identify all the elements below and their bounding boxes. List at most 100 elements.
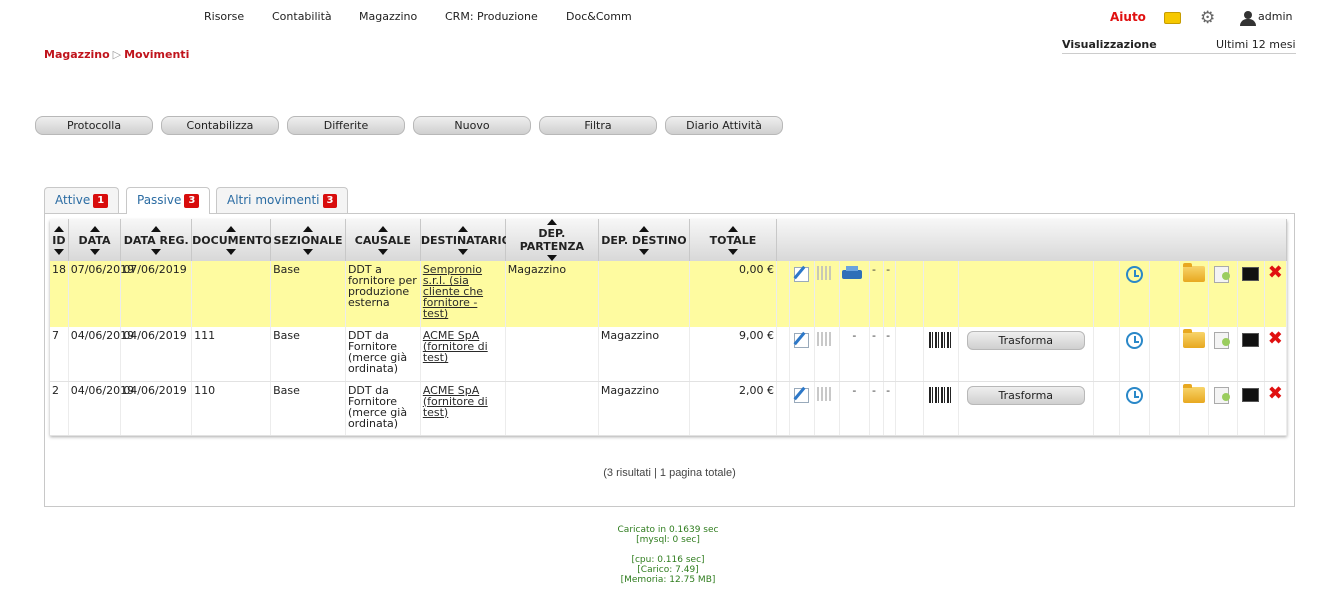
sort-asc-icon[interactable]: [377, 225, 388, 232]
diario-attivita-button[interactable]: Diario Attività: [665, 116, 783, 135]
sort-desc-icon[interactable]: [546, 255, 557, 261]
cell-causale: DDT a fornitore per produzione esterna: [345, 261, 421, 327]
cell-dash: -: [869, 261, 885, 327]
sort-asc-icon[interactable]: [53, 225, 64, 232]
terminal-icon[interactable]: [1242, 267, 1260, 281]
filtra-button[interactable]: Filtra: [539, 116, 657, 135]
column-header-dep-destino[interactable]: DEP. DESTINO: [598, 219, 690, 261]
barcode-disabled-icon: [817, 332, 834, 346]
column-header-id[interactable]: ID: [50, 219, 69, 261]
breadcrumb: Magazzino ▷ Movimenti: [44, 48, 189, 61]
sort-desc-icon[interactable]: [151, 248, 162, 255]
column-header-dep-partenza[interactable]: DEP. PARTENZA: [505, 219, 599, 261]
column-header-data-reg[interactable]: DATA REG.: [120, 219, 193, 261]
folder-icon[interactable]: [1182, 263, 1205, 282]
nuovo-button[interactable]: Nuovo: [413, 116, 531, 135]
view-period-select[interactable]: Ultimi 12 mesi: [1216, 38, 1296, 51]
tab-altri-movimenti[interactable]: Altri movimenti 3: [216, 187, 349, 213]
terminal-icon[interactable]: [1242, 387, 1260, 402]
contabilizza-button[interactable]: Contabilizza: [161, 116, 279, 135]
clock-icon[interactable]: [1126, 332, 1144, 349]
sort-desc-icon[interactable]: [377, 248, 388, 255]
menu-risorse[interactable]: Risorse: [204, 10, 244, 23]
menu-doc-comm[interactable]: Doc&Comm: [566, 10, 632, 23]
clock-icon[interactable]: [1126, 266, 1144, 283]
destinatario-link[interactable]: ACME SpA (fornitore di test): [423, 384, 488, 419]
user-icon[interactable]: [1240, 11, 1256, 26]
barcode-disabled-icon: [817, 386, 834, 401]
breadcrumb-page[interactable]: Movimenti: [124, 48, 189, 61]
cell-data: 04/06/2019: [68, 327, 134, 382]
tab-attive[interactable]: Attive 1: [44, 187, 120, 213]
sort-asc-icon[interactable]: [89, 225, 100, 232]
table-row[interactable]: 18 07/06/2019 07/06/2019 Base DDT a forn…: [50, 261, 1288, 327]
column-header-data[interactable]: DATA: [68, 219, 122, 261]
sort-asc-icon[interactable]: [727, 225, 738, 232]
column-header-destinatario[interactable]: DESTINATARIO: [420, 219, 511, 261]
sort-desc-icon[interactable]: [638, 248, 649, 255]
sort-asc-icon[interactable]: [151, 225, 162, 232]
footer-stats: Caricato in 0.1639 sec [mysql: 0 sec] [c…: [0, 525, 1336, 585]
sort-desc-icon[interactable]: [727, 248, 738, 255]
sort-desc-icon[interactable]: [303, 248, 313, 255]
sort-asc-icon[interactable]: [303, 225, 313, 232]
sort-desc-icon[interactable]: [457, 248, 468, 255]
count-badge: 3: [184, 194, 200, 208]
sort-desc-icon[interactable]: [89, 248, 100, 255]
edit-icon[interactable]: [792, 386, 810, 403]
column-header-totale[interactable]: TOTALE: [689, 219, 777, 261]
differite-button[interactable]: Differite: [287, 116, 405, 135]
messages-icon[interactable]: [1164, 12, 1181, 24]
delete-icon[interactable]: ✖: [1268, 264, 1283, 282]
tab-label: Altri movimenti: [227, 193, 320, 207]
cell-totale: 2,00 €: [689, 381, 777, 436]
cell-data: 07/06/2019: [68, 261, 134, 327]
tab-label: Attive: [55, 193, 91, 207]
sort-asc-icon[interactable]: [638, 225, 649, 232]
edit-icon[interactable]: [792, 265, 810, 282]
destinatario-link[interactable]: Sempronio s.r.l. (sia cliente che fornit…: [423, 263, 483, 320]
cell-totale: 0,00 €: [689, 261, 777, 327]
gear-icon[interactable]: ⚙: [1200, 8, 1215, 28]
barcode-icon[interactable]: [928, 332, 953, 348]
delete-icon[interactable]: ✖: [1268, 330, 1283, 348]
tab-label: Passive: [137, 193, 182, 207]
protocolla-button[interactable]: Protocolla: [35, 116, 153, 135]
document-icon[interactable]: [1214, 386, 1232, 404]
help-link[interactable]: Aiuto: [1110, 10, 1146, 24]
document-icon[interactable]: [1214, 266, 1232, 283]
sort-desc-icon[interactable]: [226, 248, 237, 255]
edit-icon[interactable]: [792, 331, 810, 348]
destinatario-link[interactable]: ACME SpA (fornitore di test): [423, 329, 488, 364]
trasforma-button[interactable]: Trasforma: [966, 331, 1085, 350]
menu-contabilita[interactable]: Contabilità: [272, 10, 332, 23]
cell-dash: -: [839, 327, 871, 382]
folder-icon[interactable]: [1182, 383, 1205, 403]
terminal-icon[interactable]: [1242, 333, 1260, 347]
delete-icon[interactable]: ✖: [1268, 384, 1283, 402]
cell-dep-partenza: [505, 381, 599, 436]
table-row[interactable]: 2 04/06/2019 04/06/2019 110 Base DDT da …: [50, 381, 1288, 436]
clock-icon[interactable]: [1126, 386, 1144, 404]
trasforma-button[interactable]: Trasforma: [966, 385, 1085, 405]
document-icon[interactable]: [1214, 332, 1232, 349]
menu-crm-produzione[interactable]: CRM: Produzione: [445, 10, 538, 23]
cell-data-reg: 07/06/2019: [120, 261, 193, 327]
sort-asc-icon[interactable]: [546, 219, 557, 225]
table-row[interactable]: 7 04/06/2019 04/06/2019 111 Base DDT da …: [50, 327, 1288, 382]
column-header-documento[interactable]: DOCUMENTO: [191, 219, 272, 261]
cell-dash: -: [869, 381, 885, 436]
barcode-icon[interactable]: [928, 386, 953, 403]
breadcrumb-section[interactable]: Magazzino: [44, 48, 110, 61]
column-header-sezionale[interactable]: SEZIONALE: [270, 219, 346, 261]
sort-asc-icon[interactable]: [226, 225, 237, 232]
column-header-causale[interactable]: CAUSALE: [345, 219, 421, 261]
tab-passive[interactable]: Passive 3: [126, 187, 211, 214]
sort-asc-icon[interactable]: [457, 225, 468, 232]
menu-magazzino[interactable]: Magazzino: [359, 10, 417, 23]
username[interactable]: admin: [1258, 10, 1292, 23]
print-icon[interactable]: [841, 266, 862, 282]
sort-desc-icon[interactable]: [53, 248, 64, 255]
folder-icon[interactable]: [1182, 329, 1205, 348]
actions-header: [776, 219, 1288, 261]
